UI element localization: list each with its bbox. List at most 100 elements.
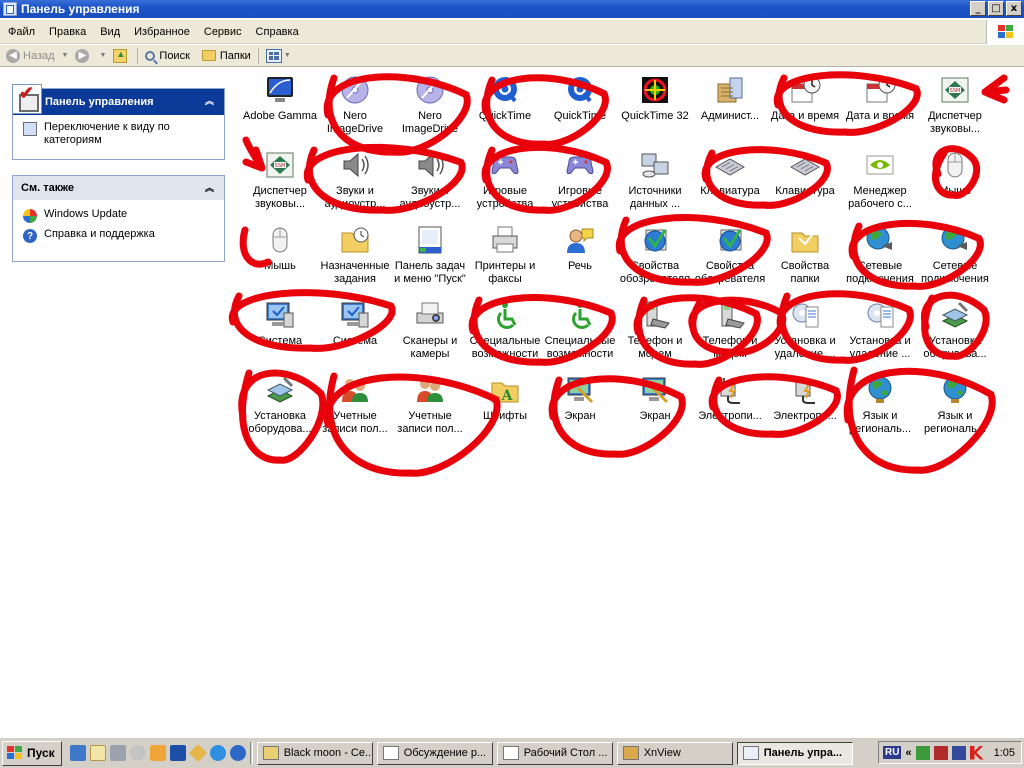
close-button[interactable]: x <box>1006 1 1022 16</box>
menu-file[interactable]: Файл <box>0 26 42 38</box>
control-panel-item[interactable]: Телефон и модем <box>692 299 768 361</box>
control-panel-item[interactable]: Учетные записи пол... <box>392 374 468 436</box>
control-panel-item[interactable]: Свойства обозревателя <box>617 224 693 286</box>
search-button[interactable]: Поиск <box>142 50 192 62</box>
menu-help[interactable]: Справка <box>249 26 306 38</box>
views-button[interactable]: ▼ <box>263 48 294 63</box>
control-panel-item[interactable]: QuickTime <box>542 74 618 123</box>
control-panel-item[interactable]: Язык и региональ... <box>917 374 993 436</box>
control-panel-item[interactable]: SSM Диспетчер звуковы... <box>917 74 993 136</box>
menu-view[interactable]: Вид <box>93 26 127 38</box>
back-button[interactable]: ◀ Назад <box>3 48 58 63</box>
tray-expand-icon[interactable]: « <box>905 747 911 759</box>
control-panel-item[interactable]: Дата и время <box>767 74 843 123</box>
qt-user-icon[interactable] <box>129 745 146 761</box>
qt-pencil-icon[interactable] <box>188 743 207 763</box>
help-support-link[interactable]: ? Справка и поддержка <box>13 225 224 245</box>
collapse-icon[interactable]: ︽ <box>203 181 216 194</box>
control-panel-item[interactable]: Система <box>242 299 318 348</box>
taskbar-button-black-moon[interactable]: Black moon - Се... <box>256 741 373 765</box>
control-panel-item[interactable]: Свойства папки <box>767 224 843 286</box>
tray-app-icon[interactable] <box>933 745 948 760</box>
views-dropdown-icon: ▼ <box>283 52 291 59</box>
control-panel-item[interactable]: Специальные возможности <box>542 299 618 361</box>
control-panel-item[interactable]: Nero ImageDrive <box>317 74 393 136</box>
control-panel-item[interactable]: Специальные возможности <box>467 299 543 361</box>
control-panel-item[interactable]: QuickTime 32 <box>617 74 693 123</box>
control-panel-item[interactable]: Язык и региональ... <box>842 374 918 436</box>
control-panel-item[interactable]: Мышь <box>242 224 318 273</box>
control-panel-item[interactable]: Дата и время <box>842 74 918 123</box>
taskbar-button-xnview[interactable]: XnView <box>616 741 733 765</box>
control-panel-item[interactable]: Установка оборудова... <box>917 299 993 361</box>
qt-browser-icon[interactable] <box>69 745 86 761</box>
control-panel-item[interactable]: Установка оборудова... <box>242 374 318 436</box>
forward-button[interactable]: ▶ <box>72 48 95 63</box>
control-panel-item[interactable]: Клавиатура <box>767 149 843 198</box>
control-panel-item[interactable]: Экран <box>542 374 618 423</box>
maximize-button[interactable]: □ <box>988 1 1004 16</box>
minimize-button[interactable]: _ <box>970 1 986 16</box>
qt-media-icon[interactable] <box>149 745 166 761</box>
control-panel-item[interactable]: A Шрифты <box>467 374 543 423</box>
collapse-icon[interactable]: ︽ <box>203 94 216 107</box>
switch-to-category-view-link[interactable]: Переключение к виду по категориям <box>13 115 224 149</box>
qt-drive-icon[interactable] <box>109 745 126 761</box>
control-panel-item[interactable]: Система <box>317 299 393 348</box>
panel-header[interactable]: Панель управления ︽ <box>12 83 224 115</box>
user-accounts-icon <box>414 374 446 406</box>
control-panel-item[interactable]: Звуки и аудиоустр... <box>317 149 393 211</box>
up-button[interactable] <box>110 48 133 63</box>
control-panel-item[interactable]: Звуки и аудиоустр... <box>392 149 468 211</box>
control-panel-item[interactable]: QuickTime <box>467 74 543 123</box>
qt-ie-icon[interactable] <box>209 745 226 761</box>
control-panel-item[interactable]: Электропи... <box>767 374 843 423</box>
tray-kaspersky-icon[interactable] <box>969 745 984 760</box>
panel-header[interactable]: См. также ︽ <box>13 176 224 200</box>
control-panel-item[interactable]: Панель задач и меню "Пуск" <box>392 224 468 286</box>
control-panel-item[interactable]: Игровые устройства <box>542 149 618 211</box>
control-panel-item[interactable]: Установка и удаление ... <box>767 299 843 361</box>
qt-quicktime-icon[interactable] <box>229 745 246 761</box>
control-panel-item[interactable]: Сетевые подключения <box>917 224 993 286</box>
control-panel-item[interactable]: Учетные записи пол... <box>317 374 393 436</box>
control-panel-item[interactable]: Менеджер рабочего с... <box>842 149 918 211</box>
control-panel-item[interactable]: Сканеры и камеры <box>392 299 468 361</box>
menu-favorites[interactable]: Избранное <box>127 26 197 38</box>
tray-monitor-icon[interactable] <box>951 745 966 760</box>
tray-network-icon[interactable] <box>915 745 930 760</box>
control-panel-item[interactable]: Сетевые подключения <box>842 224 918 286</box>
back-dropdown-icon[interactable]: ▼ <box>62 52 69 59</box>
control-panel-item[interactable]: Экран <box>617 374 693 423</box>
title-bar[interactable]: Панель управления _ □ x <box>0 0 1024 18</box>
control-panel-item[interactable]: Nero ImageDrive <box>392 74 468 136</box>
start-button[interactable]: Пуск <box>2 740 62 766</box>
control-panel-item[interactable]: Принтеры и факсы <box>467 224 543 286</box>
menu-edit[interactable]: Правка <box>42 26 93 38</box>
qt-notes-icon[interactable] <box>89 745 106 761</box>
control-panel-item[interactable]: Телефон и модем <box>617 299 693 361</box>
forward-dropdown-icon[interactable]: ▼ <box>99 52 106 59</box>
control-panel-item[interactable]: Назначенные задания <box>317 224 393 286</box>
control-panel-item[interactable]: Игровые устройства <box>467 149 543 211</box>
control-panel-item[interactable]: Клавиатура <box>692 149 768 198</box>
control-panel-item[interactable]: Adobe Gamma <box>242 74 318 123</box>
control-panel-item[interactable]: Речь <box>542 224 618 273</box>
qt-word-icon[interactable] <box>169 745 186 761</box>
language-indicator[interactable]: RU <box>883 746 902 759</box>
control-panel-item[interactable]: Свойства обозревателя <box>692 224 768 286</box>
menu-tools[interactable]: Сервис <box>197 26 249 38</box>
taskbar-grip[interactable] <box>249 742 253 764</box>
taskbar-button-control-panel[interactable]: Панель упра... <box>736 741 853 765</box>
control-panel-item[interactable]: Источники данных ... <box>617 149 693 211</box>
nvidia-icon <box>864 149 896 181</box>
control-panel-item[interactable]: Мышь <box>917 149 993 198</box>
taskbar-button-desktop[interactable]: Рабочий Стол ... <box>496 741 613 765</box>
folders-button[interactable]: Папки <box>199 50 254 62</box>
taskbar-button-discussion[interactable]: Обсуждение р... <box>376 741 493 765</box>
control-panel-item[interactable]: Админист... <box>692 74 768 123</box>
windows-update-link[interactable]: Windows Update <box>13 200 224 225</box>
control-panel-item[interactable]: Электропи... <box>692 374 768 423</box>
control-panel-item[interactable]: SSM Диспетчер звуковы... <box>242 149 318 211</box>
control-panel-item[interactable]: Установка и удаление ... <box>842 299 918 361</box>
